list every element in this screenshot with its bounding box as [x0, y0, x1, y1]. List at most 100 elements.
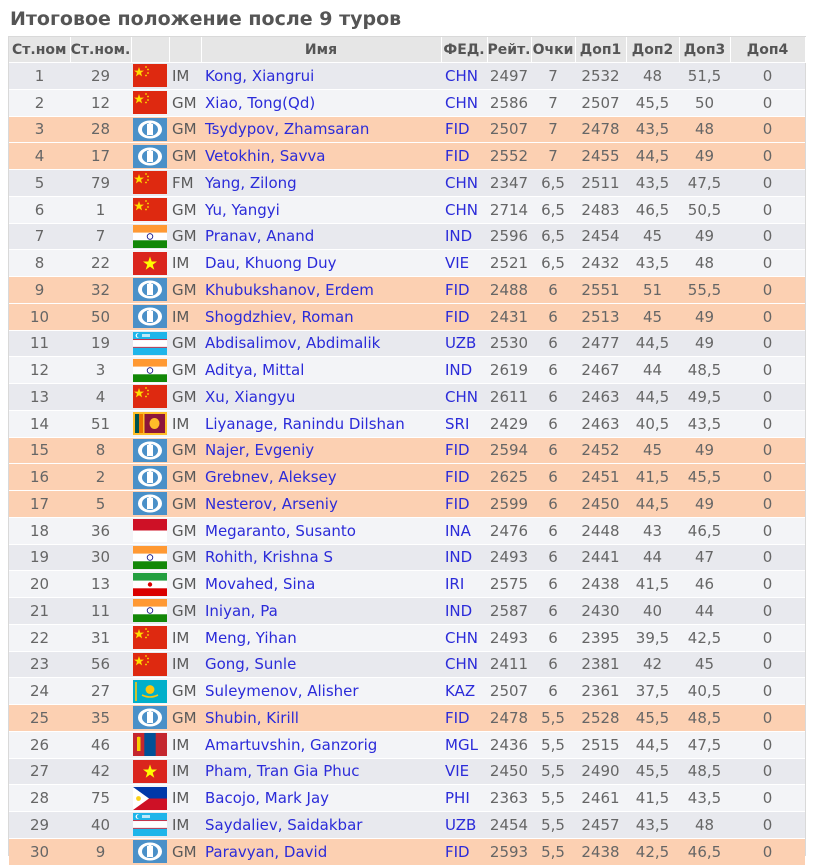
- rank-cell: 26: [9, 730, 70, 758]
- federation-link[interactable]: FID: [441, 276, 487, 304]
- player-name-link[interactable]: Paravyan, David: [201, 837, 441, 865]
- federation-link[interactable]: FID: [441, 490, 487, 518]
- federation-link[interactable]: INA: [441, 516, 487, 544]
- federation-link[interactable]: UZB: [441, 811, 487, 839]
- tiebreak2-cell: 51: [626, 276, 679, 304]
- flag-cell: [131, 704, 169, 732]
- player-name-link[interactable]: Meng, Yihan: [201, 623, 441, 651]
- player-name-link[interactable]: Pham, Tran Gia Phuc: [201, 757, 441, 785]
- header-tb3[interactable]: Доп3: [679, 37, 731, 63]
- flag-cell: [131, 543, 169, 571]
- federation-link[interactable]: CHN: [441, 195, 487, 223]
- federation-link[interactable]: FID: [441, 704, 487, 732]
- player-name-link[interactable]: Rohith, Krishna S: [201, 543, 441, 571]
- federation-link[interactable]: UZB: [441, 329, 487, 357]
- player-name-link[interactable]: Khubukshanov, Erdem: [201, 276, 441, 304]
- player-name-link[interactable]: Najer, Evgeniy: [201, 436, 441, 464]
- federation-link[interactable]: KAZ: [441, 677, 487, 705]
- player-name-link[interactable]: Kong, Xiangrui: [201, 62, 441, 90]
- tiebreak4-cell: 0: [730, 356, 805, 384]
- federation-link[interactable]: CHN: [441, 623, 487, 651]
- federation-link[interactable]: MGL: [441, 730, 487, 758]
- tiebreak2-cell: 45: [626, 436, 679, 464]
- federation-link[interactable]: IRI: [441, 570, 487, 598]
- federation-link[interactable]: FID: [441, 436, 487, 464]
- tiebreak1-cell: 2513: [575, 302, 626, 330]
- federation-link[interactable]: FID: [441, 463, 487, 491]
- player-name-link[interactable]: Shogdzhiev, Roman: [201, 302, 441, 330]
- header-start-no[interactable]: Ст.ном.: [70, 37, 132, 63]
- header-name[interactable]: Имя: [201, 37, 442, 63]
- federation-link[interactable]: CHN: [441, 88, 487, 116]
- federation-link[interactable]: IND: [441, 222, 487, 250]
- federation-link[interactable]: FID: [441, 142, 487, 170]
- title-cell: IM: [169, 784, 201, 812]
- tiebreak1-cell: 2430: [575, 597, 626, 625]
- vietnam-flag-icon: [133, 251, 169, 275]
- player-name-link[interactable]: Xu, Xiangyu: [201, 383, 441, 411]
- player-name-link[interactable]: Pranav, Anand: [201, 222, 441, 250]
- federation-link[interactable]: SRI: [441, 409, 487, 437]
- points-cell: 5,5: [531, 730, 575, 758]
- federation-link[interactable]: VIE: [441, 249, 487, 277]
- table-row: 13 4 GM Xu, Xiangyu CHN 2611 6 2463 44,5 49,5 0: [9, 383, 805, 411]
- header-fed[interactable]: ФЕД.: [441, 37, 488, 63]
- federation-link[interactable]: IND: [441, 543, 487, 571]
- tiebreak3-cell: 46,5: [679, 516, 730, 544]
- player-name-link[interactable]: Aditya, Mittal: [201, 356, 441, 384]
- header-points[interactable]: Очки: [531, 37, 576, 63]
- player-name-link[interactable]: Amartuvshin, Ganzorig: [201, 730, 441, 758]
- player-name-link[interactable]: Abdisalimov, Abdimalik: [201, 329, 441, 357]
- flag-cell: [131, 677, 169, 705]
- indonesia-flag-icon: [133, 519, 169, 543]
- tiebreak2-cell: 41,5: [626, 463, 679, 491]
- player-name-link[interactable]: Nesterov, Arseniy: [201, 490, 441, 518]
- uzbekistan-flag-icon: [133, 813, 169, 837]
- federation-link[interactable]: CHN: [441, 62, 487, 90]
- player-name-link[interactable]: Shubin, Kirill: [201, 704, 441, 732]
- federation-link[interactable]: CHN: [441, 650, 487, 678]
- flag-cell: [131, 409, 169, 437]
- tiebreak2-cell: 42: [626, 650, 679, 678]
- tiebreak3-cell: 49: [679, 329, 730, 357]
- federation-link[interactable]: CHN: [441, 169, 487, 197]
- federation-link[interactable]: CHN: [441, 383, 487, 411]
- federation-link[interactable]: FID: [441, 115, 487, 143]
- player-name-link[interactable]: Xiao, Tong(Qd): [201, 88, 441, 116]
- federation-link[interactable]: FID: [441, 837, 487, 865]
- header-tb2[interactable]: Доп2: [626, 37, 680, 63]
- federation-link[interactable]: IND: [441, 597, 487, 625]
- federation-link[interactable]: FID: [441, 302, 487, 330]
- rating-cell: 2521: [487, 249, 531, 277]
- federation-link[interactable]: VIE: [441, 757, 487, 785]
- header-rank[interactable]: Ст.ном: [9, 37, 71, 63]
- fide-flag-icon: [133, 117, 169, 141]
- header-tb4[interactable]: Доп4: [730, 37, 806, 63]
- player-name-link[interactable]: Tsydypov, Zhamsaran: [201, 115, 441, 143]
- player-name-link[interactable]: Saydaliev, Saidakbar: [201, 811, 441, 839]
- player-name-link[interactable]: Yu, Yangyi: [201, 195, 441, 223]
- player-name-link[interactable]: Suleymenov, Alisher: [201, 677, 441, 705]
- player-name-link[interactable]: Dau, Khuong Duy: [201, 249, 441, 277]
- player-name-link[interactable]: Movahed, Sina: [201, 570, 441, 598]
- player-name-link[interactable]: Gong, Sunle: [201, 650, 441, 678]
- player-name-link[interactable]: Megaranto, Susanto: [201, 516, 441, 544]
- tiebreak4-cell: 0: [730, 329, 805, 357]
- title-cell: GM: [169, 516, 201, 544]
- player-name-link[interactable]: Bacojo, Mark Jay: [201, 784, 441, 812]
- tiebreak3-cell: 46: [679, 570, 730, 598]
- federation-link[interactable]: PHI: [441, 784, 487, 812]
- tiebreak3-cell: 46,5: [679, 837, 730, 865]
- player-name-link[interactable]: Liyanage, Ranindu Dilshan: [201, 409, 441, 437]
- player-name-link[interactable]: Yang, Zilong: [201, 169, 441, 197]
- header-tb1[interactable]: Доп1: [575, 37, 627, 63]
- federation-link[interactable]: IND: [441, 356, 487, 384]
- player-name-link[interactable]: Vetokhin, Savva: [201, 142, 441, 170]
- start-number-cell: 17: [70, 142, 131, 170]
- kazakhstan-flag-icon: [133, 679, 169, 703]
- rating-cell: 2587: [487, 597, 531, 625]
- player-name-link[interactable]: Iniyan, Pa: [201, 597, 441, 625]
- header-rating[interactable]: Рейт.: [487, 37, 532, 63]
- player-name-link[interactable]: Grebnev, Aleksey: [201, 463, 441, 491]
- title-cell: GM: [169, 837, 201, 865]
